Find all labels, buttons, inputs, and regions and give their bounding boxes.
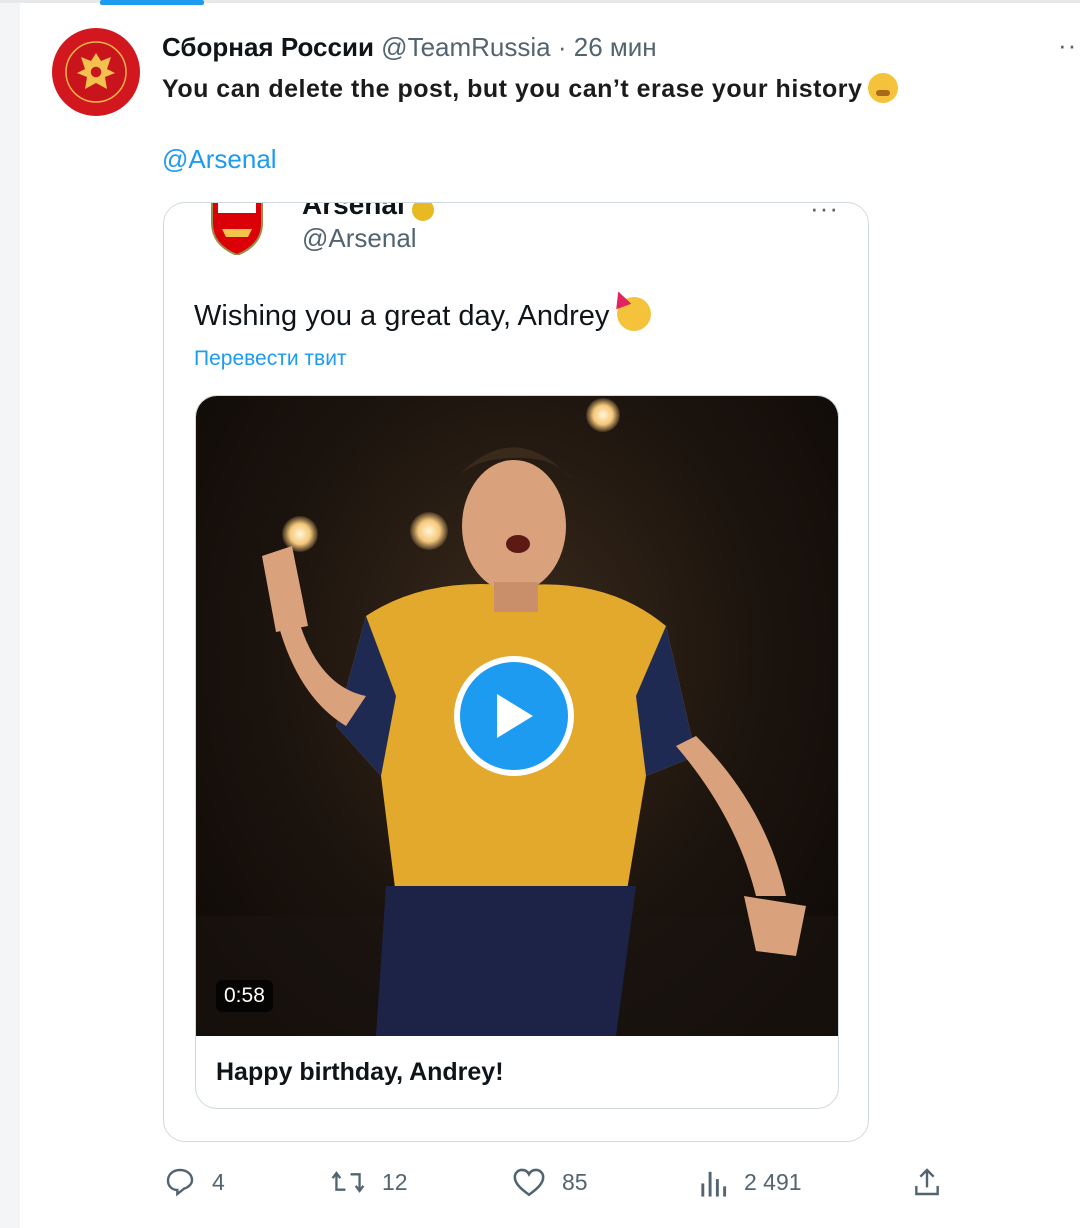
shushing-face-icon xyxy=(868,73,899,103)
reply-button[interactable]: 4 xyxy=(164,1166,225,1198)
retweet-button[interactable]: 12 xyxy=(330,1166,408,1198)
author-handle[interactable]: @TeamRussia xyxy=(381,32,550,62)
action-bar: 4 12 85 2 491 xyxy=(160,1166,950,1206)
quoted-tweet-text: Wishing you a great day, Andrey xyxy=(194,297,652,333)
views-count: 2 491 xyxy=(744,1168,802,1195)
quoted-tweet-body: Wishing you a great day, Andrey xyxy=(194,300,610,332)
video-card[interactable]: 0:58 Happy birthday, Andrey! xyxy=(195,395,839,1109)
share-icon xyxy=(915,1168,939,1196)
retweet-icon xyxy=(331,1171,365,1193)
author-name[interactable]: Сборная России xyxy=(162,32,374,62)
views-chart-icon xyxy=(701,1171,727,1197)
retweet-count: 12 xyxy=(382,1168,408,1195)
active-indicator xyxy=(100,0,204,5)
reply-icon xyxy=(166,1168,194,1197)
reply-count: 4 xyxy=(212,1168,225,1195)
separator-dot: · xyxy=(557,32,567,62)
share-button[interactable] xyxy=(912,1166,958,1198)
like-count: 85 xyxy=(562,1168,588,1195)
more-options-icon[interactable]: ·· xyxy=(1058,30,1077,61)
quoted-more-options-icon[interactable]: ··· xyxy=(810,203,839,224)
tweet-body: You can delete the post, but you can’t e… xyxy=(162,75,863,103)
arsenal-crest-icon xyxy=(211,203,263,255)
quoted-author-handle[interactable]: @Arsenal xyxy=(302,223,417,254)
translate-tweet-link[interactable]: Перевести твит xyxy=(194,347,347,371)
views-button[interactable]: 2 491 xyxy=(698,1166,802,1198)
top-divider xyxy=(0,0,1080,5)
like-button[interactable]: 85 xyxy=(512,1166,588,1198)
video-thumbnail[interactable]: 0:58 xyxy=(196,396,838,1036)
play-button[interactable] xyxy=(454,656,574,776)
heart-icon xyxy=(513,1168,545,1197)
video-duration: 0:58 xyxy=(216,980,273,1012)
tweet-header: Сборная России @TeamRussia · 26 мин xyxy=(162,30,657,64)
double-headed-eagle-icon xyxy=(65,41,127,103)
quoted-tweet-card[interactable]: Arsenal ··· @Arsenal Wishing you a great… xyxy=(163,202,869,1142)
tweet-text: You can delete the post, but you can’t e… xyxy=(162,72,899,106)
avatar[interactable] xyxy=(52,28,140,116)
partying-face-icon xyxy=(617,297,652,331)
verified-badge-icon xyxy=(412,203,434,221)
play-icon xyxy=(497,694,533,738)
mention-link[interactable]: @Arsenal xyxy=(162,144,277,175)
timestamp[interactable]: 26 мин xyxy=(574,32,657,62)
quoted-author-name[interactable]: Arsenal xyxy=(302,203,405,221)
video-caption[interactable]: Happy birthday, Andrey! xyxy=(216,1058,504,1087)
